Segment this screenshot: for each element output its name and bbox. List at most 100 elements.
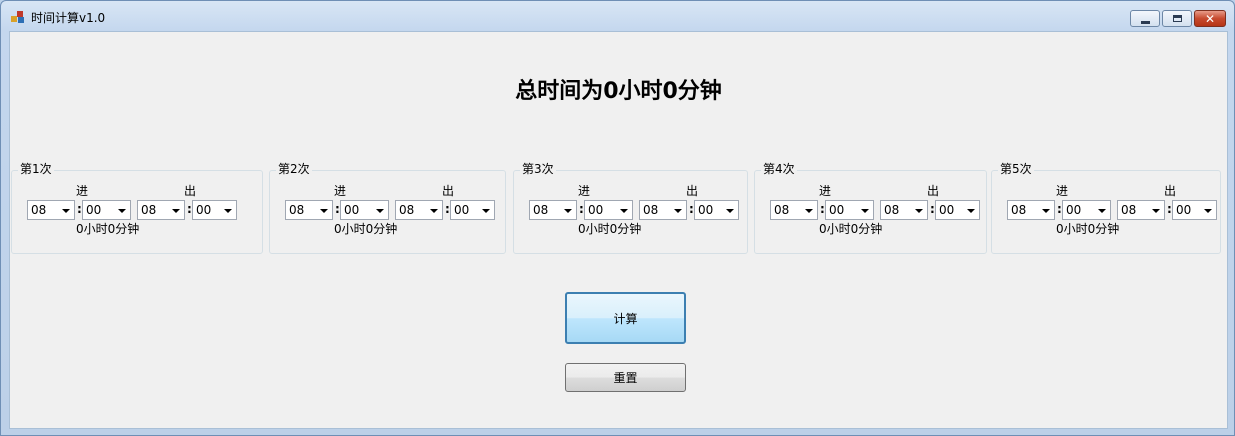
session-group-title: 第5次 bbox=[998, 161, 1034, 177]
in-hour-select[interactable]: 08 bbox=[770, 200, 818, 220]
minimize-icon bbox=[1140, 20, 1150, 24]
out-label: 出 bbox=[927, 184, 940, 198]
dropdown-arrow-icon[interactable] bbox=[1204, 209, 1212, 213]
session-group-2: 第2次进出 08:00 08:00 0小时0分钟 bbox=[269, 161, 506, 254]
out-minute-select-value: 00 bbox=[454, 203, 470, 217]
out-minute-select[interactable]: 00 bbox=[192, 200, 237, 220]
session-group-title: 第2次 bbox=[276, 161, 312, 177]
in-label: 进 bbox=[578, 184, 591, 198]
in-minute-select-value: 00 bbox=[344, 203, 360, 217]
dropdown-arrow-icon[interactable] bbox=[805, 209, 813, 213]
title-bar[interactable]: 时间计算v1.0 ✕ bbox=[1, 1, 1234, 31]
dropdown-arrow-icon[interactable] bbox=[172, 209, 180, 213]
reset-button-label: 重置 bbox=[613, 371, 638, 385]
reset-button[interactable]: 重置 bbox=[565, 363, 686, 392]
out-hour-select-value: 08 bbox=[141, 203, 157, 217]
maximize-button[interactable] bbox=[1162, 10, 1192, 27]
window-title: 时间计算v1.0 bbox=[31, 11, 106, 25]
in-label: 进 bbox=[334, 184, 347, 198]
dropdown-arrow-icon[interactable] bbox=[224, 209, 232, 213]
out-hour-select[interactable]: 08 bbox=[137, 200, 185, 220]
in-hour-select-value: 08 bbox=[1011, 203, 1027, 217]
in-hour-select[interactable]: 08 bbox=[529, 200, 577, 220]
in-hour-select-value: 08 bbox=[774, 203, 790, 217]
close-icon: ✕ bbox=[1204, 11, 1216, 26]
out-minute-select[interactable]: 00 bbox=[935, 200, 980, 220]
dropdown-arrow-icon[interactable] bbox=[1098, 209, 1106, 213]
out-hour-select[interactable]: 08 bbox=[1117, 200, 1165, 220]
session-duration: 0小时0分钟 bbox=[334, 222, 398, 236]
out-hour-select[interactable]: 08 bbox=[395, 200, 443, 220]
out-hour-select[interactable]: 08 bbox=[639, 200, 687, 220]
out-hour-select-value: 08 bbox=[643, 203, 659, 217]
in-minute-select[interactable]: 00 bbox=[82, 200, 131, 220]
dropdown-arrow-icon[interactable] bbox=[430, 209, 438, 213]
in-hour-select-value: 08 bbox=[31, 203, 47, 217]
dropdown-arrow-icon[interactable] bbox=[564, 209, 572, 213]
session-group-title: 第1次 bbox=[18, 161, 54, 177]
session-group-3: 第3次进出 08:00 08:00 0小时0分钟 bbox=[513, 161, 748, 254]
in-minute-select[interactable]: 00 bbox=[584, 200, 633, 220]
session-group-1: 第1次进出 08:00 08:00 0小时0分钟 bbox=[11, 161, 263, 254]
session-duration: 0小时0分钟 bbox=[578, 222, 642, 236]
dropdown-arrow-icon[interactable] bbox=[1152, 209, 1160, 213]
in-minute-select-value: 00 bbox=[588, 203, 604, 217]
dropdown-arrow-icon[interactable] bbox=[62, 209, 70, 213]
out-label: 出 bbox=[442, 184, 455, 198]
session-duration: 0小时0分钟 bbox=[76, 222, 140, 236]
dropdown-arrow-icon[interactable] bbox=[376, 209, 384, 213]
in-minute-select[interactable]: 00 bbox=[825, 200, 874, 220]
session-duration: 0小时0分钟 bbox=[819, 222, 883, 236]
out-hour-select-value: 08 bbox=[884, 203, 900, 217]
close-button[interactable]: ✕ bbox=[1194, 10, 1226, 27]
out-minute-select[interactable]: 00 bbox=[694, 200, 739, 220]
dropdown-arrow-icon[interactable] bbox=[320, 209, 328, 213]
in-minute-select[interactable]: 00 bbox=[340, 200, 389, 220]
client-area: 总时间为0小时0分钟 第1次进出 08:00 08:00 0小时0分钟 第2次进出 08:… bbox=[9, 31, 1228, 429]
app-window: 时间计算v1.0 ✕ 总时间为0小时0分钟 第1次进出 08:00 08:00 0小时… bbox=[0, 0, 1235, 436]
in-minute-select-value: 00 bbox=[1066, 203, 1082, 217]
session-group-4: 第4次进出 08:00 08:00 0小时0分钟 bbox=[754, 161, 987, 254]
session-group-title: 第3次 bbox=[520, 161, 556, 177]
dropdown-arrow-icon[interactable] bbox=[1042, 209, 1050, 213]
calculate-button-label: 计算 bbox=[613, 311, 638, 326]
out-label: 出 bbox=[184, 184, 197, 198]
in-minute-select-value: 00 bbox=[829, 203, 845, 217]
total-time-label: 总时间为0小时0分钟 bbox=[515, 79, 722, 104]
in-hour-select-value: 08 bbox=[533, 203, 549, 217]
in-hour-select[interactable]: 08 bbox=[1007, 200, 1055, 220]
in-label: 进 bbox=[819, 184, 832, 198]
out-label: 出 bbox=[1164, 184, 1177, 198]
out-label: 出 bbox=[686, 184, 699, 198]
out-minute-select[interactable]: 00 bbox=[1172, 200, 1217, 220]
calculate-button[interactable]: 计算 bbox=[565, 292, 686, 344]
out-minute-select-value: 00 bbox=[196, 203, 212, 217]
out-minute-select-value: 00 bbox=[939, 203, 955, 217]
out-hour-select-value: 08 bbox=[1121, 203, 1137, 217]
out-minute-select-value: 00 bbox=[1176, 203, 1192, 217]
maximize-icon bbox=[1172, 15, 1182, 22]
minimize-button[interactable] bbox=[1130, 10, 1160, 27]
dropdown-arrow-icon[interactable] bbox=[726, 209, 734, 213]
out-minute-select[interactable]: 00 bbox=[450, 200, 495, 220]
dropdown-arrow-icon[interactable] bbox=[915, 209, 923, 213]
out-hour-select-value: 08 bbox=[399, 203, 415, 217]
dropdown-arrow-icon[interactable] bbox=[674, 209, 682, 213]
in-label: 进 bbox=[76, 184, 89, 198]
in-hour-select[interactable]: 08 bbox=[27, 200, 75, 220]
app-icon bbox=[11, 11, 25, 23]
in-label: 进 bbox=[1056, 184, 1069, 198]
in-hour-select[interactable]: 08 bbox=[285, 200, 333, 220]
in-minute-select[interactable]: 00 bbox=[1062, 200, 1111, 220]
out-hour-select[interactable]: 08 bbox=[880, 200, 928, 220]
dropdown-arrow-icon[interactable] bbox=[620, 209, 628, 213]
dropdown-arrow-icon[interactable] bbox=[861, 209, 869, 213]
in-hour-select-value: 08 bbox=[289, 203, 305, 217]
in-minute-select-value: 00 bbox=[86, 203, 102, 217]
dropdown-arrow-icon[interactable] bbox=[967, 209, 975, 213]
dropdown-arrow-icon[interactable] bbox=[482, 209, 490, 213]
session-duration: 0小时0分钟 bbox=[1056, 222, 1120, 236]
dropdown-arrow-icon[interactable] bbox=[118, 209, 126, 213]
out-minute-select-value: 00 bbox=[698, 203, 714, 217]
session-group-title: 第4次 bbox=[761, 161, 797, 177]
